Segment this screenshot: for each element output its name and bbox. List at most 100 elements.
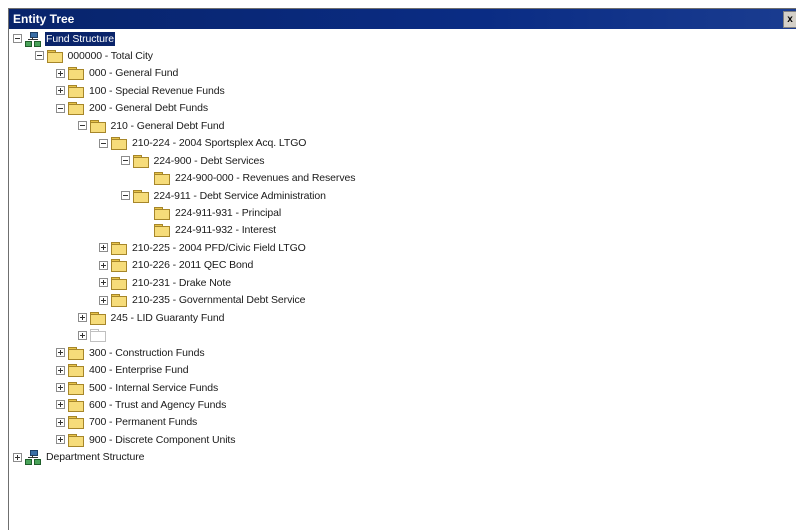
tree-node-label: 200 - General Debt Funds xyxy=(89,102,209,115)
collapse-icon[interactable] xyxy=(99,138,108,148)
tree-node-label: 210-231 - Drake Note xyxy=(132,276,231,289)
collapse-icon[interactable] xyxy=(77,121,87,131)
tree-node-label: 224-911-931 - Principal xyxy=(175,207,282,219)
tree-node[interactable]: Fund Structure xyxy=(13,30,116,47)
folder-icon xyxy=(154,224,170,238)
folder-icon xyxy=(111,241,127,255)
tree-node-label: 224-900-000 - Revenues and Reserves xyxy=(175,172,356,185)
folder-icon xyxy=(89,311,106,325)
tree-node-label: 900 - Discrete Component Units xyxy=(89,433,236,446)
collapse-icon[interactable] xyxy=(120,156,130,166)
folder-icon xyxy=(132,189,149,203)
entity-tree-window: Entity Tree x Fund Structure 000000 - Tot… xyxy=(8,8,796,530)
folder-icon xyxy=(111,137,127,151)
tree-node-label: 600 - Trust and Agency Funds xyxy=(89,398,227,411)
tree-node-label: Fund Structure xyxy=(45,31,116,46)
expand-icon[interactable] xyxy=(56,383,65,392)
folder-icon xyxy=(68,364,84,378)
tree-node[interactable]: 000 - General Fund xyxy=(56,65,179,82)
tree-node[interactable]: 300 - Construction Funds xyxy=(56,344,206,361)
expand-icon[interactable] xyxy=(56,365,65,375)
tree-node-label: 224-911 - Debt Service Administration xyxy=(153,189,326,202)
tree-node[interactable]: Department Structure xyxy=(13,449,145,466)
empty-folder-icon xyxy=(89,329,106,343)
folder-icon xyxy=(111,276,127,290)
folder-icon xyxy=(46,49,63,63)
folder-icon xyxy=(68,398,84,412)
tree-node-label: 300 - Construction Funds xyxy=(89,346,205,359)
folder-icon xyxy=(68,416,84,430)
tree-node-label: 210-235 - Governmental Debt Service xyxy=(132,294,306,307)
folder-icon xyxy=(68,346,84,360)
tree-node-label: 224-900 - Debt Services xyxy=(153,154,265,167)
collapse-icon[interactable] xyxy=(13,34,22,43)
tree-node-label: 210-226 - 2011 QEC Bond xyxy=(132,259,254,272)
entity-tree: Fund Structure 000000 - Total City 000 - G… xyxy=(9,29,796,530)
tree-node[interactable]: 700 - Permanent Funds xyxy=(56,414,198,431)
tree-node[interactable]: 000000 - Total City xyxy=(34,47,154,64)
tree-node-label: 245 - LID Guaranty Fund xyxy=(110,311,225,324)
expand-icon[interactable] xyxy=(56,417,65,427)
tree-node[interactable]: 400 - Enterprise Fund xyxy=(56,362,189,379)
tree-node[interactable]: 100 - Special Revenue Funds xyxy=(56,82,226,99)
close-icon: x xyxy=(787,14,793,25)
expand-icon[interactable] xyxy=(77,313,87,323)
expand-icon[interactable] xyxy=(77,330,87,340)
tree-node[interactable]: 210-226 - 2011 QEC Bond xyxy=(99,257,254,274)
tree-node[interactable]: 224-900 - Debt Services xyxy=(120,152,266,169)
expand-icon[interactable] xyxy=(56,348,65,358)
tree-node[interactable]: 210-225 - 2004 PFD/Civic Field LTGO xyxy=(99,239,307,256)
window-title: Entity Tree xyxy=(13,12,75,26)
expand-icon[interactable] xyxy=(13,452,22,462)
folder-icon xyxy=(154,172,170,186)
folder-icon xyxy=(111,294,127,308)
tree-node[interactable]: 210-231 - Drake Note xyxy=(99,274,232,291)
tree-node-label: 210 - General Debt Fund xyxy=(110,119,225,132)
tree-node-label: 210-225 - 2004 PFD/Civic Field LTGO xyxy=(132,241,306,254)
folder-icon xyxy=(68,433,84,447)
tree-node[interactable]: 224-911 - Debt Service Administration xyxy=(120,187,327,204)
tree-node[interactable]: 200 - General Debt Funds xyxy=(56,100,209,117)
title-bar[interactable]: Entity Tree x xyxy=(9,9,796,29)
folder-icon xyxy=(154,207,170,220)
tree-node-label: 000000 - Total City xyxy=(67,49,154,62)
tree-node-label: 400 - Enterprise Fund xyxy=(89,364,189,377)
folder-icon xyxy=(89,119,106,133)
collapse-icon[interactable] xyxy=(120,191,130,201)
tree-node-label: 500 - Internal Service Funds xyxy=(89,381,219,394)
collapse-icon[interactable] xyxy=(34,51,44,61)
tree-node[interactable]: 224-911-931 - Principal xyxy=(142,205,282,222)
tree-node[interactable]: 900 - Discrete Component Units xyxy=(56,431,236,448)
tree-node[interactable]: 210-224 - 2004 Sportsplex Acq. LTGO xyxy=(99,135,307,152)
expand-icon[interactable] xyxy=(56,68,65,78)
tree-node[interactable]: 500 - Internal Service Funds xyxy=(56,379,219,396)
org-chart-icon xyxy=(25,31,41,47)
expand-icon[interactable] xyxy=(56,400,65,410)
org-chart-icon xyxy=(25,450,41,466)
close-button[interactable]: x xyxy=(783,11,796,28)
tree-node-label: Department Structure xyxy=(46,451,145,464)
tree-node-label: 000 - General Fund xyxy=(89,67,179,80)
tree-node-label: 700 - Permanent Funds xyxy=(89,416,198,429)
folder-icon xyxy=(68,84,84,98)
tree-node-label: 224-911-932 - Interest xyxy=(175,224,276,237)
tree-node-label: 100 - Special Revenue Funds xyxy=(89,84,225,97)
expand-icon[interactable] xyxy=(99,295,108,305)
folder-icon xyxy=(68,381,84,395)
expand-icon[interactable] xyxy=(99,260,108,270)
folder-icon xyxy=(68,102,84,116)
tree-node[interactable]: 600 - Trust and Agency Funds xyxy=(56,396,227,413)
collapse-icon[interactable] xyxy=(56,103,65,113)
expand-icon[interactable] xyxy=(56,86,65,96)
expand-icon[interactable] xyxy=(99,243,108,253)
tree-node[interactable]: 210-235 - Governmental Debt Service xyxy=(99,292,306,309)
expand-icon[interactable] xyxy=(99,278,108,288)
tree-node[interactable]: 224-911-932 - Interest xyxy=(142,222,277,239)
expand-icon[interactable] xyxy=(56,435,65,445)
tree-node[interactable]: 245 - LID Guaranty Fund xyxy=(77,309,226,326)
folder-icon xyxy=(132,154,149,168)
tree-node[interactable]: 224-900-000 - Revenues and Reserves xyxy=(142,170,356,187)
tree-node[interactable]: 210 - General Debt Fund xyxy=(77,117,226,134)
folder-icon xyxy=(111,259,127,273)
tree-node[interactable] xyxy=(77,327,112,344)
